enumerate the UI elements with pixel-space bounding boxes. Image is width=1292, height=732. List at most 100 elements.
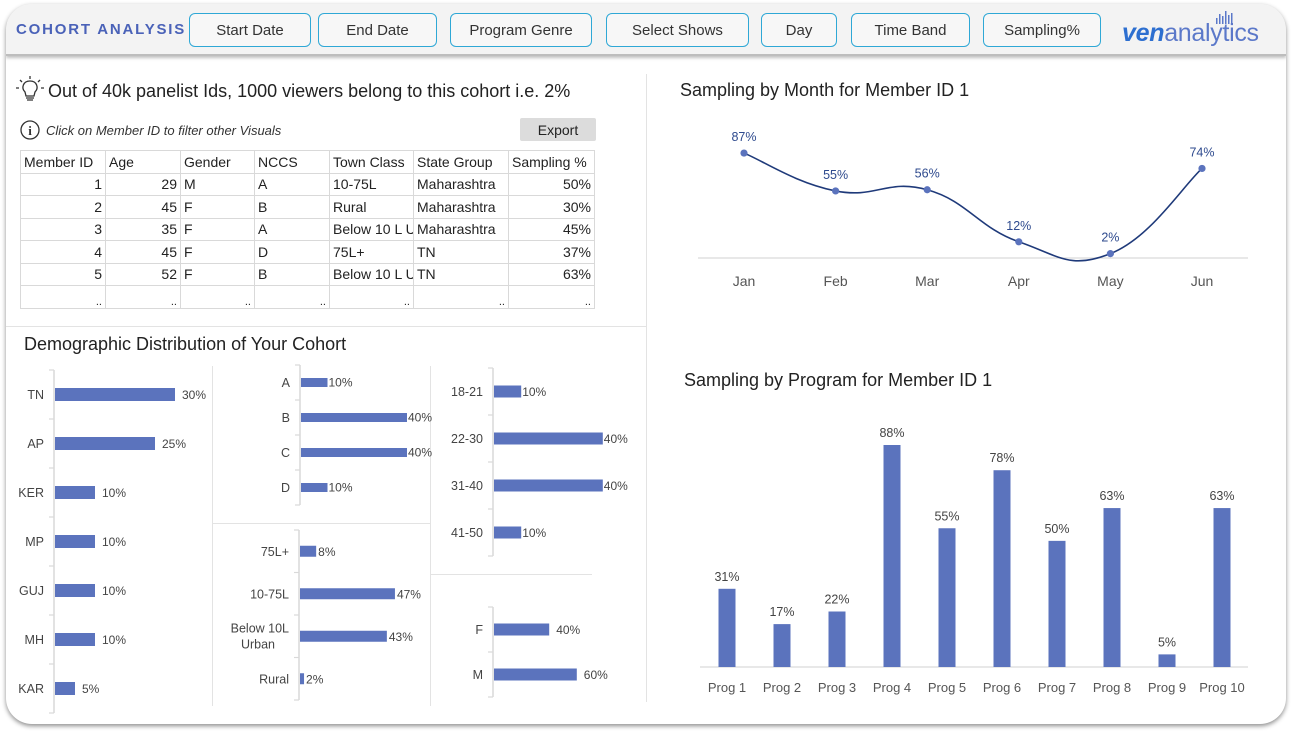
bar-prog-4[interactable]: [883, 445, 901, 667]
info-icon: i: [20, 120, 40, 140]
data-point-jan[interactable]: [740, 149, 748, 157]
table-row[interactable]: 335FABelow 10 L UrbanMaharashtra45%: [20, 217, 595, 241]
bar-prog-3[interactable]: [828, 611, 846, 668]
bar-ap[interactable]: [55, 437, 155, 450]
export-button[interactable]: Export: [520, 118, 596, 141]
data-label: 55%: [934, 509, 959, 523]
bar-mh[interactable]: [55, 633, 95, 646]
member-id-cell[interactable]: 2: [20, 195, 106, 219]
member-id-cell[interactable]: 3: [20, 217, 106, 241]
table-cell: F: [180, 195, 255, 219]
category-label: MH: [25, 633, 44, 647]
x-tick-label: Prog 4: [873, 680, 911, 695]
sampling-filter-button[interactable]: Sampling%: [983, 13, 1101, 47]
data-point-mar[interactable]: [923, 186, 931, 194]
bar-10-75l[interactable]: [300, 588, 395, 600]
data-point-apr[interactable]: [1015, 238, 1023, 246]
ellipsis-cell: ..: [180, 285, 255, 309]
select-shows-filter-button[interactable]: Select Shows: [606, 13, 749, 47]
bar-ker[interactable]: [55, 486, 95, 499]
bar-mp[interactable]: [55, 535, 95, 548]
data-label: 2%: [1101, 231, 1119, 245]
table-cell: 10-75L: [329, 172, 414, 196]
bar-prog-9[interactable]: [1158, 654, 1176, 667]
category-label: MP: [25, 535, 44, 549]
program-genre-filter-button[interactable]: Program Genre: [450, 13, 592, 47]
data-label: 2%: [306, 672, 324, 686]
nccs-distribution-chart: A 10% B 40% C 40% D 10%: [281, 364, 432, 506]
table-row[interactable]: 552FBBelow 10 L UrbanTN63%: [20, 262, 595, 286]
table-cell: TN: [413, 240, 509, 264]
category-label: Rural: [259, 672, 289, 686]
bar-below-10l-urban[interactable]: [300, 630, 387, 642]
bar-prog-8[interactable]: [1103, 508, 1121, 667]
ellipsis-cell: ..: [508, 285, 595, 309]
bar-prog-10[interactable]: [1213, 508, 1231, 667]
bar-m[interactable]: [494, 668, 577, 681]
data-label: 10%: [522, 526, 546, 540]
table-cell: A: [254, 172, 330, 196]
bar-a[interactable]: [301, 378, 328, 387]
col-sampling: Sampling %: [508, 150, 595, 174]
col-nccs: NCCS: [254, 150, 330, 174]
bar-prog-2[interactable]: [773, 624, 791, 667]
age-distribution-chart: 18-21 10% 22-30 40% 31-40 40% 41-50 10%: [451, 367, 628, 557]
bar-c[interactable]: [301, 448, 407, 457]
bar-rural[interactable]: [300, 673, 305, 685]
table-cell: B: [254, 262, 330, 286]
category-label: B: [282, 411, 290, 425]
data-point-feb[interactable]: [832, 187, 840, 195]
member-id-cell[interactable]: 1: [20, 172, 106, 196]
bar-prog-6[interactable]: [993, 470, 1011, 667]
x-tick-label: Feb: [824, 273, 848, 289]
bar-22-30[interactable]: [494, 432, 603, 445]
sampling-line: [743, 152, 1203, 262]
table-row[interactable]: 4 45 F D 75L+ TN 37%: [20, 240, 595, 264]
category-label: TN: [27, 388, 44, 402]
x-tick-label: Jun: [1191, 273, 1214, 289]
bar-f[interactable]: [494, 623, 550, 636]
bar-18-21[interactable]: [494, 385, 522, 398]
bar-kar[interactable]: [55, 682, 75, 695]
category-label: AP: [27, 437, 44, 451]
x-tick-label: Apr: [1008, 273, 1030, 289]
data-label: 12%: [1006, 219, 1031, 233]
end-date-filter-button[interactable]: End Date: [318, 13, 437, 47]
top-bar: COHORT ANALYSIS Start Date End Date Prog…: [6, 4, 1286, 56]
bar-75l-[interactable]: [300, 545, 317, 557]
bar-prog-5[interactable]: [938, 528, 956, 667]
time-band-filter-button[interactable]: Time Band: [851, 13, 970, 47]
data-label: 60%: [584, 668, 608, 682]
data-label: 10%: [329, 481, 353, 495]
category-label: KAR: [18, 682, 44, 696]
table-cell: 37%: [508, 240, 595, 264]
table-row[interactable]: 2 45 F B Rural Maharashtra 30%: [20, 195, 595, 219]
svg-text:i: i: [28, 123, 32, 138]
bar-41-50[interactable]: [494, 526, 522, 539]
member-id-cell[interactable]: 4: [20, 240, 106, 264]
table-cell: D: [254, 240, 330, 264]
bar-prog-1[interactable]: [718, 588, 736, 667]
venanalytics-logo: venanalytics: [1122, 10, 1272, 50]
day-filter-button[interactable]: Day: [761, 13, 837, 47]
bar-prog-7[interactable]: [1048, 540, 1066, 667]
member-id-cell[interactable]: 5: [20, 262, 106, 286]
bar-guj[interactable]: [55, 584, 95, 597]
start-date-filter-button[interactable]: Start Date: [189, 13, 311, 47]
table-cell: Maharashtra: [413, 195, 509, 219]
x-tick-label: Prog 7: [1038, 680, 1076, 695]
table-row[interactable]: 1 29 M A 10-75L Maharashtra 50%: [20, 172, 595, 196]
data-label: 8%: [318, 545, 336, 559]
bar-d[interactable]: [301, 483, 328, 492]
table-cell: 35: [105, 217, 181, 241]
data-point-jun[interactable]: [1198, 164, 1206, 173]
bar-31-40[interactable]: [494, 479, 603, 492]
data-label: 50%: [1044, 522, 1069, 536]
col-member-id[interactable]: Member ID: [20, 150, 106, 174]
bar-b[interactable]: [301, 413, 407, 422]
data-point-may[interactable]: [1106, 250, 1114, 258]
line-chart-title: Sampling by Month for Member ID 1: [680, 80, 970, 100]
category-label: D: [281, 481, 290, 495]
bar-tn[interactable]: [55, 388, 175, 401]
data-label: 22%: [824, 593, 849, 607]
